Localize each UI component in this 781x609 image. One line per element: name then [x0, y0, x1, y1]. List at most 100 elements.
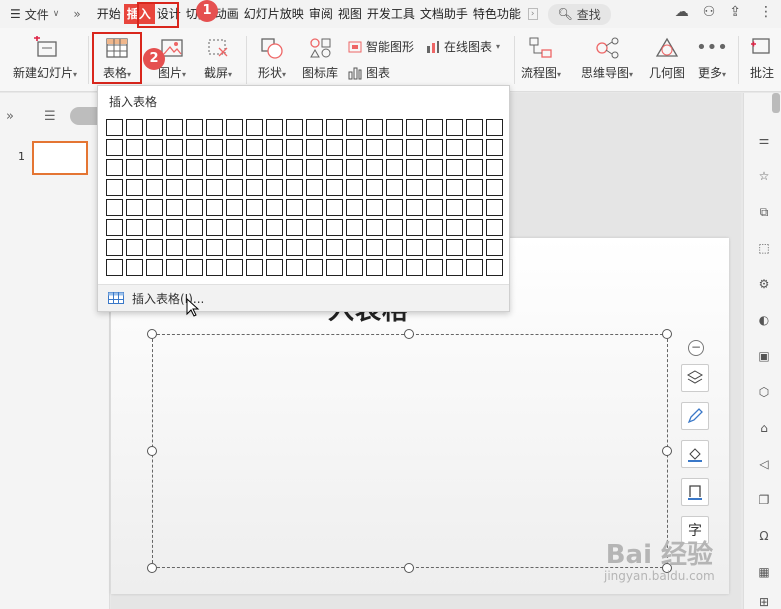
grid-cell[interactable] [486, 139, 503, 156]
tabs-more-icon[interactable]: › [527, 8, 538, 20]
resize-handle[interactable] [404, 563, 414, 573]
grid-cell[interactable] [106, 219, 123, 236]
grid-cell[interactable] [326, 139, 343, 156]
cloud-icon[interactable]: ☁ [675, 4, 689, 20]
star-icon[interactable]: ☆ [755, 167, 773, 185]
insert-table-menu-item[interactable]: 插入表格(I)... [98, 284, 509, 311]
grid-cell[interactable] [346, 199, 363, 216]
grid-cell[interactable] [446, 199, 463, 216]
grid-cell[interactable] [386, 199, 403, 216]
more-options-icon[interactable]: ⋮ [759, 4, 773, 20]
grid-cell[interactable] [486, 239, 503, 256]
grid-cell[interactable] [366, 239, 383, 256]
grid-cell[interactable] [486, 179, 503, 196]
grid-cell[interactable] [246, 219, 263, 236]
grid-cell[interactable] [226, 119, 243, 136]
more-button[interactable]: ••• 更多▾ [692, 36, 732, 81]
grid-cell[interactable] [406, 259, 423, 276]
transition-icon[interactable]: ⧉ [755, 203, 773, 221]
grid-cell[interactable] [266, 199, 283, 216]
grid-cell[interactable] [446, 119, 463, 136]
grid-cell[interactable] [206, 239, 223, 256]
grid-cell[interactable] [126, 259, 143, 276]
grid-cell[interactable] [186, 179, 203, 196]
shape-button[interactable]: 形状▾ [250, 36, 294, 81]
grid-cell[interactable] [206, 159, 223, 176]
grid-cell[interactable] [386, 219, 403, 236]
resize-handle[interactable] [147, 563, 157, 573]
grid-cell[interactable] [286, 159, 303, 176]
grid-cell[interactable] [406, 219, 423, 236]
grid-cell[interactable] [486, 159, 503, 176]
scrollbar[interactable] [772, 93, 780, 113]
geometry-button[interactable]: 几何图 [644, 36, 690, 81]
grid-cell[interactable] [486, 199, 503, 216]
grid-cell[interactable] [266, 139, 283, 156]
resize-handle[interactable] [662, 329, 672, 339]
grid-cell[interactable] [346, 159, 363, 176]
grid-cell[interactable] [106, 159, 123, 176]
grid-cell[interactable] [406, 179, 423, 196]
image-icon[interactable]: ▣ [755, 347, 773, 365]
grid-cell[interactable] [266, 159, 283, 176]
speaker-icon[interactable]: ◁ [755, 455, 773, 473]
grid-cell[interactable] [226, 239, 243, 256]
grid-cell[interactable] [306, 199, 323, 216]
grid-cell[interactable] [366, 259, 383, 276]
grid-cell[interactable] [126, 219, 143, 236]
grid-cell[interactable] [286, 139, 303, 156]
grid-cell[interactable] [426, 239, 443, 256]
grid-cell[interactable] [226, 159, 243, 176]
grid-cell[interactable] [146, 199, 163, 216]
grid-cell[interactable] [106, 259, 123, 276]
tab-view[interactable]: 视图 [336, 4, 365, 24]
grid-cell[interactable] [326, 179, 343, 196]
grid-cell[interactable] [206, 139, 223, 156]
new-slide-button[interactable]: 新建幻灯片▾ [8, 36, 82, 81]
grid-cell[interactable] [366, 139, 383, 156]
slide-thumbnail[interactable] [32, 141, 88, 175]
grid-cell[interactable] [266, 119, 283, 136]
grid-cell[interactable] [426, 119, 443, 136]
grid-cell[interactable] [306, 139, 323, 156]
flowchart-button[interactable]: 流程图▾ [518, 36, 564, 81]
grid-cell[interactable] [246, 199, 263, 216]
grid-cell[interactable] [406, 139, 423, 156]
grid-cell[interactable] [466, 119, 483, 136]
grid-cell[interactable] [386, 239, 403, 256]
grid-cell[interactable] [386, 259, 403, 276]
palette-icon[interactable]: ◐ [755, 311, 773, 329]
grid-cell[interactable] [446, 159, 463, 176]
grid-cell[interactable] [426, 259, 443, 276]
grid-cell[interactable] [286, 219, 303, 236]
resize-handle[interactable] [147, 329, 157, 339]
grid-cell[interactable] [466, 259, 483, 276]
user-add-icon[interactable]: ⚇ [703, 4, 716, 20]
outline-list-icon[interactable]: ☰ [44, 109, 56, 124]
grid-cell[interactable] [426, 199, 443, 216]
grid-cell[interactable] [166, 179, 183, 196]
grid-cell[interactable] [126, 119, 143, 136]
grid-cell[interactable] [386, 179, 403, 196]
grid-cell[interactable] [146, 139, 163, 156]
gear-icon[interactable]: ⚙ [755, 275, 773, 293]
grid-cell[interactable] [366, 179, 383, 196]
grid-cell[interactable] [406, 239, 423, 256]
grid-cell[interactable] [106, 199, 123, 216]
grid-cell[interactable] [326, 259, 343, 276]
grid-cell[interactable] [306, 239, 323, 256]
grid-cell[interactable] [466, 239, 483, 256]
grid-cell[interactable] [246, 119, 263, 136]
chart-button[interactable]: 图表 [348, 64, 390, 81]
double-chevron-icon[interactable]: » [73, 7, 80, 21]
border-button[interactable] [681, 478, 709, 506]
icon-library-button[interactable]: 图标库 [296, 36, 344, 81]
grid-cell[interactable] [486, 119, 503, 136]
grid-cell[interactable] [146, 219, 163, 236]
tab-doc-assistant[interactable]: 文档助手 [418, 4, 471, 24]
grid-cell[interactable] [146, 179, 163, 196]
grid-cell[interactable] [146, 119, 163, 136]
grid-cell[interactable] [466, 139, 483, 156]
grid-cell[interactable] [186, 219, 203, 236]
grid-cell[interactable] [306, 179, 323, 196]
